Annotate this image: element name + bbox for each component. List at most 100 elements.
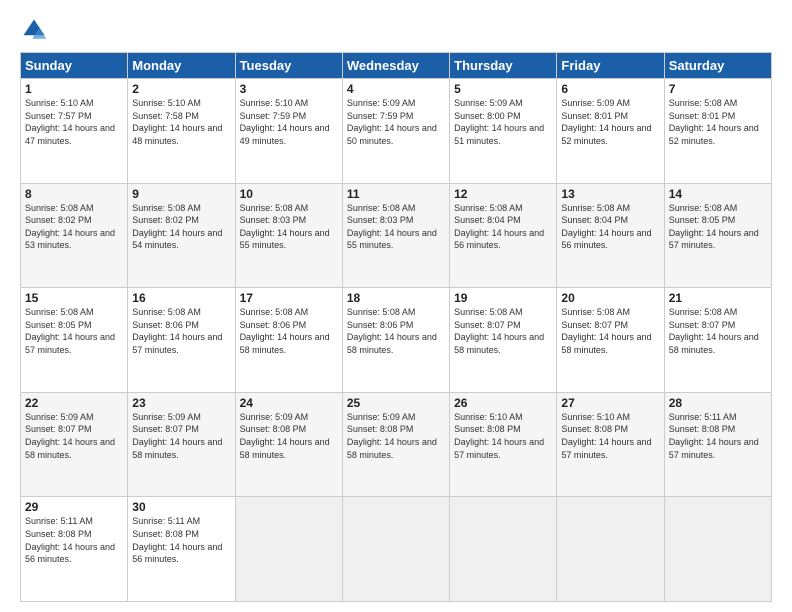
- day-cell-10: 10Sunrise: 5:08 AMSunset: 8:03 PMDayligh…: [235, 183, 342, 288]
- day-info: Sunrise: 5:08 AMSunset: 8:05 PMDaylight:…: [25, 306, 123, 356]
- day-header-saturday: Saturday: [664, 53, 771, 79]
- day-cell-27: 27Sunrise: 5:10 AMSunset: 8:08 PMDayligh…: [557, 392, 664, 497]
- day-number: 6: [561, 82, 659, 96]
- day-cell-26: 26Sunrise: 5:10 AMSunset: 8:08 PMDayligh…: [450, 392, 557, 497]
- day-cell-5: 5Sunrise: 5:09 AMSunset: 8:00 PMDaylight…: [450, 79, 557, 184]
- day-info: Sunrise: 5:09 AMSunset: 8:07 PMDaylight:…: [25, 411, 123, 461]
- day-number: 18: [347, 291, 445, 305]
- day-cell-2: 2Sunrise: 5:10 AMSunset: 7:58 PMDaylight…: [128, 79, 235, 184]
- day-cell-7: 7Sunrise: 5:08 AMSunset: 8:01 PMDaylight…: [664, 79, 771, 184]
- week-row-1: 1Sunrise: 5:10 AMSunset: 7:57 PMDaylight…: [21, 79, 772, 184]
- day-info: Sunrise: 5:10 AMSunset: 7:57 PMDaylight:…: [25, 97, 123, 147]
- day-cell-8: 8Sunrise: 5:08 AMSunset: 8:02 PMDaylight…: [21, 183, 128, 288]
- day-cell-12: 12Sunrise: 5:08 AMSunset: 8:04 PMDayligh…: [450, 183, 557, 288]
- day-cell-16: 16Sunrise: 5:08 AMSunset: 8:06 PMDayligh…: [128, 288, 235, 393]
- day-info: Sunrise: 5:09 AMSunset: 8:07 PMDaylight:…: [132, 411, 230, 461]
- empty-cell: [450, 497, 557, 602]
- day-number: 17: [240, 291, 338, 305]
- day-number: 10: [240, 187, 338, 201]
- day-info: Sunrise: 5:11 AMSunset: 8:08 PMDaylight:…: [25, 515, 123, 565]
- day-info: Sunrise: 5:09 AMSunset: 8:08 PMDaylight:…: [347, 411, 445, 461]
- day-cell-14: 14Sunrise: 5:08 AMSunset: 8:05 PMDayligh…: [664, 183, 771, 288]
- day-number: 29: [25, 500, 123, 514]
- day-number: 3: [240, 82, 338, 96]
- day-info: Sunrise: 5:09 AMSunset: 7:59 PMDaylight:…: [347, 97, 445, 147]
- day-number: 8: [25, 187, 123, 201]
- day-number: 24: [240, 396, 338, 410]
- day-number: 9: [132, 187, 230, 201]
- day-number: 28: [669, 396, 767, 410]
- day-cell-20: 20Sunrise: 5:08 AMSunset: 8:07 PMDayligh…: [557, 288, 664, 393]
- day-cell-6: 6Sunrise: 5:09 AMSunset: 8:01 PMDaylight…: [557, 79, 664, 184]
- day-info: Sunrise: 5:10 AMSunset: 7:58 PMDaylight:…: [132, 97, 230, 147]
- day-info: Sunrise: 5:08 AMSunset: 8:06 PMDaylight:…: [240, 306, 338, 356]
- day-info: Sunrise: 5:08 AMSunset: 8:02 PMDaylight:…: [132, 202, 230, 252]
- day-header-tuesday: Tuesday: [235, 53, 342, 79]
- day-cell-9: 9Sunrise: 5:08 AMSunset: 8:02 PMDaylight…: [128, 183, 235, 288]
- header: [20, 16, 772, 44]
- day-header-monday: Monday: [128, 53, 235, 79]
- day-number: 30: [132, 500, 230, 514]
- day-number: 14: [669, 187, 767, 201]
- day-cell-17: 17Sunrise: 5:08 AMSunset: 8:06 PMDayligh…: [235, 288, 342, 393]
- week-row-5: 29Sunrise: 5:11 AMSunset: 8:08 PMDayligh…: [21, 497, 772, 602]
- day-cell-1: 1Sunrise: 5:10 AMSunset: 7:57 PMDaylight…: [21, 79, 128, 184]
- week-row-4: 22Sunrise: 5:09 AMSunset: 8:07 PMDayligh…: [21, 392, 772, 497]
- day-number: 4: [347, 82, 445, 96]
- day-number: 7: [669, 82, 767, 96]
- day-info: Sunrise: 5:08 AMSunset: 8:04 PMDaylight:…: [561, 202, 659, 252]
- day-info: Sunrise: 5:08 AMSunset: 8:07 PMDaylight:…: [561, 306, 659, 356]
- day-cell-13: 13Sunrise: 5:08 AMSunset: 8:04 PMDayligh…: [557, 183, 664, 288]
- day-number: 22: [25, 396, 123, 410]
- day-number: 16: [132, 291, 230, 305]
- day-info: Sunrise: 5:10 AMSunset: 8:08 PMDaylight:…: [454, 411, 552, 461]
- day-number: 13: [561, 187, 659, 201]
- day-number: 2: [132, 82, 230, 96]
- day-cell-23: 23Sunrise: 5:09 AMSunset: 8:07 PMDayligh…: [128, 392, 235, 497]
- day-number: 12: [454, 187, 552, 201]
- day-header-sunday: Sunday: [21, 53, 128, 79]
- day-info: Sunrise: 5:08 AMSunset: 8:02 PMDaylight:…: [25, 202, 123, 252]
- day-cell-25: 25Sunrise: 5:09 AMSunset: 8:08 PMDayligh…: [342, 392, 449, 497]
- day-number: 15: [25, 291, 123, 305]
- day-header-wednesday: Wednesday: [342, 53, 449, 79]
- page: SundayMondayTuesdayWednesdayThursdayFrid…: [0, 0, 792, 612]
- day-number: 23: [132, 396, 230, 410]
- day-number: 1: [25, 82, 123, 96]
- day-cell-22: 22Sunrise: 5:09 AMSunset: 8:07 PMDayligh…: [21, 392, 128, 497]
- logo: [20, 16, 52, 44]
- logo-icon: [20, 16, 48, 44]
- day-number: 21: [669, 291, 767, 305]
- day-cell-4: 4Sunrise: 5:09 AMSunset: 7:59 PMDaylight…: [342, 79, 449, 184]
- day-cell-29: 29Sunrise: 5:11 AMSunset: 8:08 PMDayligh…: [21, 497, 128, 602]
- day-cell-28: 28Sunrise: 5:11 AMSunset: 8:08 PMDayligh…: [664, 392, 771, 497]
- day-cell-19: 19Sunrise: 5:08 AMSunset: 8:07 PMDayligh…: [450, 288, 557, 393]
- day-info: Sunrise: 5:08 AMSunset: 8:06 PMDaylight:…: [132, 306, 230, 356]
- calendar-table: SundayMondayTuesdayWednesdayThursdayFrid…: [20, 52, 772, 602]
- day-cell-21: 21Sunrise: 5:08 AMSunset: 8:07 PMDayligh…: [664, 288, 771, 393]
- day-info: Sunrise: 5:11 AMSunset: 8:08 PMDaylight:…: [132, 515, 230, 565]
- empty-cell: [235, 497, 342, 602]
- week-row-3: 15Sunrise: 5:08 AMSunset: 8:05 PMDayligh…: [21, 288, 772, 393]
- day-header-friday: Friday: [557, 53, 664, 79]
- day-number: 27: [561, 396, 659, 410]
- day-cell-24: 24Sunrise: 5:09 AMSunset: 8:08 PMDayligh…: [235, 392, 342, 497]
- empty-cell: [342, 497, 449, 602]
- day-info: Sunrise: 5:10 AMSunset: 8:08 PMDaylight:…: [561, 411, 659, 461]
- day-info: Sunrise: 5:08 AMSunset: 8:04 PMDaylight:…: [454, 202, 552, 252]
- day-number: 25: [347, 396, 445, 410]
- day-cell-15: 15Sunrise: 5:08 AMSunset: 8:05 PMDayligh…: [21, 288, 128, 393]
- day-number: 19: [454, 291, 552, 305]
- day-cell-3: 3Sunrise: 5:10 AMSunset: 7:59 PMDaylight…: [235, 79, 342, 184]
- day-info: Sunrise: 5:08 AMSunset: 8:07 PMDaylight:…: [454, 306, 552, 356]
- day-info: Sunrise: 5:09 AMSunset: 8:01 PMDaylight:…: [561, 97, 659, 147]
- day-cell-11: 11Sunrise: 5:08 AMSunset: 8:03 PMDayligh…: [342, 183, 449, 288]
- day-info: Sunrise: 5:08 AMSunset: 8:01 PMDaylight:…: [669, 97, 767, 147]
- day-cell-30: 30Sunrise: 5:11 AMSunset: 8:08 PMDayligh…: [128, 497, 235, 602]
- day-info: Sunrise: 5:08 AMSunset: 8:05 PMDaylight:…: [669, 202, 767, 252]
- day-number: 26: [454, 396, 552, 410]
- day-info: Sunrise: 5:08 AMSunset: 8:03 PMDaylight:…: [240, 202, 338, 252]
- day-info: Sunrise: 5:08 AMSunset: 8:06 PMDaylight:…: [347, 306, 445, 356]
- day-info: Sunrise: 5:08 AMSunset: 8:07 PMDaylight:…: [669, 306, 767, 356]
- day-cell-18: 18Sunrise: 5:08 AMSunset: 8:06 PMDayligh…: [342, 288, 449, 393]
